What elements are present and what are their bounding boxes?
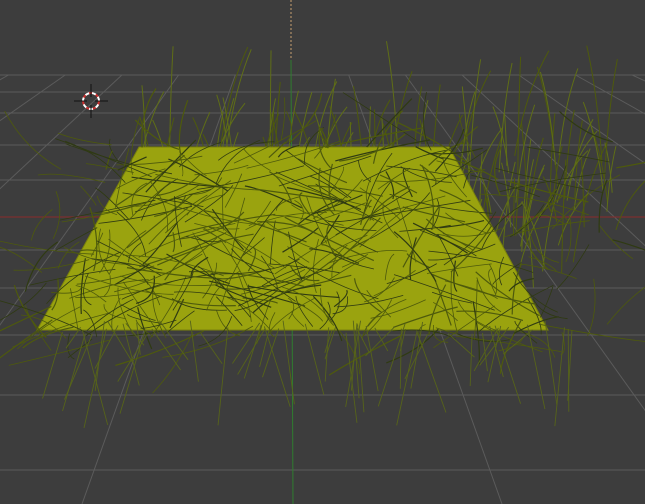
3d-viewport[interactable] [0, 0, 645, 504]
hair-strand [567, 329, 570, 412]
viewport-canvas[interactable] [0, 0, 645, 504]
